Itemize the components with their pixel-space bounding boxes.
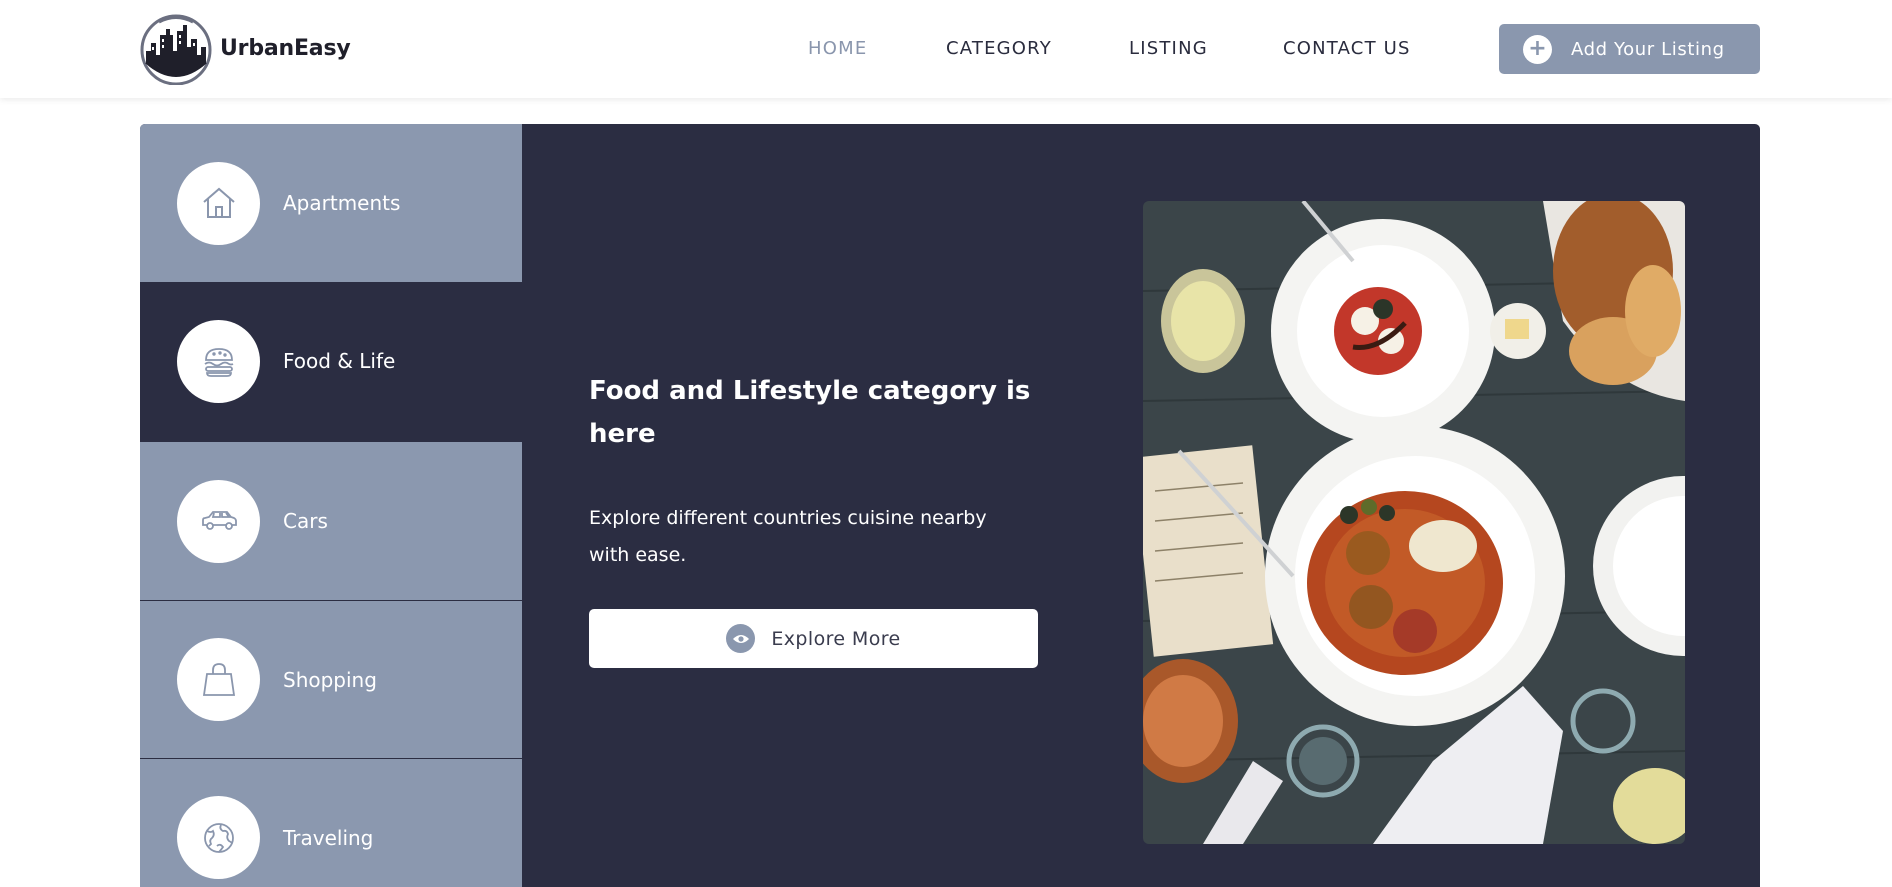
nav-contact-us[interactable]: CONTACT US bbox=[1283, 38, 1411, 59]
category-traveling[interactable]: Traveling bbox=[140, 758, 522, 887]
brand-name: UrbanEasy bbox=[220, 35, 351, 61]
category-sidebar: Apartments Food & Life Cars Shopping Tra… bbox=[140, 124, 522, 887]
category-food-life[interactable]: Food & Life bbox=[140, 282, 522, 440]
nav-home[interactable]: HOME bbox=[808, 38, 867, 59]
category-icon-circle bbox=[177, 479, 260, 563]
category-label: Cars bbox=[283, 509, 328, 533]
category-icon-circle bbox=[177, 638, 260, 721]
category-showcase: Apartments Food & Life Cars Shopping Tra… bbox=[140, 124, 1760, 887]
plus-icon: + bbox=[1523, 34, 1552, 64]
nav-category[interactable]: CATEGORY bbox=[946, 38, 1052, 59]
feature-content: Food and Lifestyle category is here Expl… bbox=[589, 370, 1049, 574]
nav-listing[interactable]: LISTING bbox=[1129, 38, 1208, 59]
category-apartments[interactable]: Apartments bbox=[140, 124, 522, 282]
site-header: UrbanEasy HOME CATEGORY LISTING CONTACT … bbox=[0, 0, 1892, 98]
category-shopping[interactable]: Shopping bbox=[140, 600, 522, 758]
brand-logo[interactable]: UrbanEasy bbox=[139, 11, 351, 85]
eye-icon bbox=[726, 624, 756, 653]
category-icon-circle bbox=[177, 319, 260, 403]
house-icon bbox=[202, 187, 235, 218]
food-table-image bbox=[1143, 201, 1685, 844]
category-cars[interactable]: Cars bbox=[140, 442, 522, 600]
category-label: Food & Life bbox=[283, 349, 396, 373]
category-icon-circle bbox=[177, 161, 260, 245]
category-label: Traveling bbox=[283, 825, 374, 850]
globe-icon bbox=[203, 822, 234, 853]
explore-more-button[interactable]: Explore More bbox=[589, 609, 1038, 668]
feature-headline: Food and Lifestyle category is here bbox=[589, 376, 1031, 449]
car-icon bbox=[201, 511, 237, 530]
explore-more-label: Explore More bbox=[771, 627, 901, 650]
add-listing-button[interactable]: + Add Your Listing bbox=[1499, 24, 1760, 74]
shopping-bag-icon bbox=[202, 662, 235, 696]
category-label: Shopping bbox=[283, 667, 377, 692]
category-label: Apartments bbox=[283, 191, 401, 215]
feature-description: Explore different countries cuisine near… bbox=[589, 507, 987, 566]
burger-icon bbox=[203, 348, 233, 377]
city-skyline-logo bbox=[140, 14, 212, 85]
add-listing-label: Add Your Listing bbox=[1571, 38, 1725, 60]
category-icon-circle bbox=[177, 796, 260, 879]
